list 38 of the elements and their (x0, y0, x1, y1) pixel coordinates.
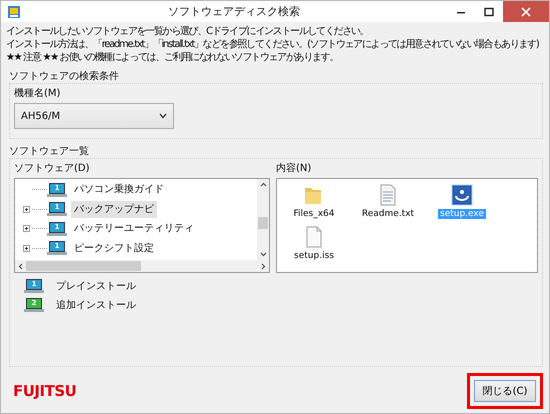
close-button[interactable] (503, 1, 549, 22)
file-item[interactable]: Readme.txt (360, 209, 416, 219)
legend-label: 追加インストール (56, 298, 136, 312)
chevron-down-icon[interactable] (260, 252, 266, 257)
field-label: ソフトウェア(D) (14, 162, 91, 175)
close-dialog-button[interactable]: 閉じる(C) (474, 380, 536, 402)
installer-icon (450, 183, 474, 207)
app-icon (7, 4, 21, 18)
scroll-thumb[interactable] (26, 261, 141, 271)
instruction-text: インストールしたいソフトウェアを一覧から選び、Cドライブにインストールしてください。 (6, 25, 368, 38)
horizontal-scrollbar[interactable] (15, 260, 269, 272)
scroll-thumb[interactable] (258, 217, 268, 229)
legend-label: プレインストール (56, 280, 136, 293)
instruction-text: インストール方法は、「readme.txt」「install.txt」などを参照してください。(ソフトウェアによっては用意されていない場合もあります) (6, 38, 539, 51)
close-icon (521, 6, 531, 16)
file-item[interactable]: Files_x64 (291, 209, 337, 219)
instruction-text: ★★ 注意 ★★ お使いの機種によっては、ご利用になれないソフトウェアがあります。 (6, 51, 338, 64)
expand-icon[interactable] (23, 244, 30, 252)
chevron-right-icon[interactable] (261, 262, 266, 270)
field-label: 機種名(M) (14, 86, 62, 100)
expand-icon[interactable] (23, 206, 30, 213)
fujitsu-logo: FUJITSU (13, 382, 76, 400)
chevron-down-icon (159, 113, 167, 119)
tree-item[interactable]: ピークシフト設定 (71, 240, 157, 257)
tree-item[interactable]: バッテリーユーティリティ (71, 220, 197, 238)
tree-item[interactable]: パソコン乗換ガイド (71, 181, 167, 198)
field-label: 内容(N) (276, 162, 312, 175)
tree-item[interactable]: バックアップナビ (71, 200, 157, 218)
expand-icon[interactable] (23, 225, 30, 232)
group-title: ソフトウェア一覧 (9, 145, 90, 158)
model-dropdown[interactable]: AH56/M (14, 103, 174, 129)
chevron-up-icon[interactable] (260, 182, 266, 187)
file-item[interactable]: setup.iss (292, 251, 336, 261)
group-title: ソフトウェアの検索条件 (9, 70, 120, 83)
maximize-icon[interactable] (484, 6, 494, 16)
window-title: ソフトウェアディスク検索 (167, 4, 301, 19)
chevron-left-icon[interactable] (18, 262, 23, 270)
vertical-scrollbar[interactable] (257, 179, 269, 260)
